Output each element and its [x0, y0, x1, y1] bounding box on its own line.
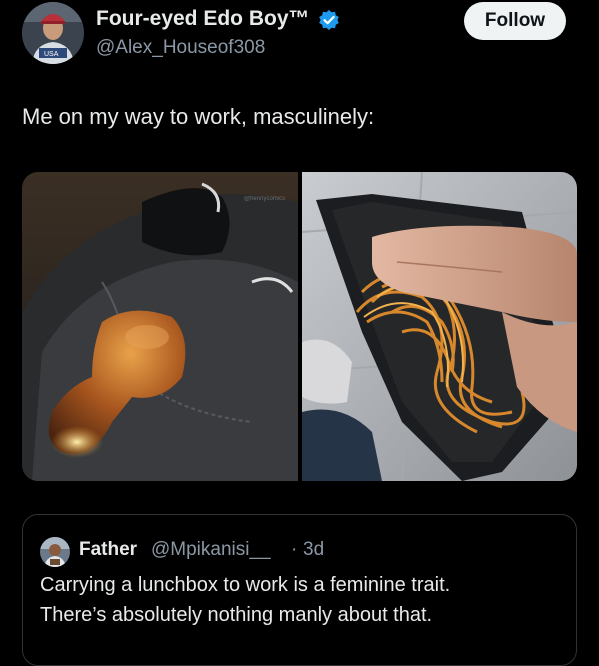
quoted-tweet-text-line-1: Carrying a lunchbox to work is a feminin…	[40, 574, 451, 596]
svg-text:@hennycomics: @hennycomics	[244, 196, 285, 202]
quoted-tweet[interactable]: Father @Mpikanisi__ · 3d Carrying a lunc…	[22, 514, 577, 666]
author-display-name[interactable]: Four-eyed Edo Boy™	[96, 6, 310, 32]
quoted-timestamp[interactable]: 3d	[303, 538, 324, 562]
tweet-media[interactable]: @hennycomics	[22, 172, 577, 481]
avatar-photo: USA	[22, 2, 84, 64]
svg-text:USA: USA	[44, 51, 59, 58]
follow-button[interactable]: Follow	[464, 2, 566, 40]
quoted-author-display-name[interactable]: Father	[79, 538, 137, 562]
tweet-text: Me on my way to work, masculinely:	[22, 104, 375, 129]
author-handle[interactable]: @Alex_Houseof308	[96, 36, 265, 60]
photo-spaghetti-in-wallet[interactable]	[302, 172, 577, 481]
photo-chicken-drumstick-in-pocket[interactable]: @hennycomics	[22, 172, 298, 481]
verified-badge-icon	[319, 10, 339, 30]
quoted-tweet-text-line-2: There’s absolutely nothing manly about t…	[40, 604, 433, 626]
quoted-avatar-photo	[40, 537, 70, 567]
author-avatar[interactable]: USA	[22, 2, 84, 64]
quoted-meta-separator: ·	[291, 539, 298, 560]
tweet-header: USA Four-eyed Edo Boy™ @Alex_Houseof308 …	[22, 0, 582, 70]
quoted-author-avatar[interactable]	[40, 537, 70, 567]
quoted-author-handle[interactable]: @Mpikanisi__	[151, 538, 271, 562]
